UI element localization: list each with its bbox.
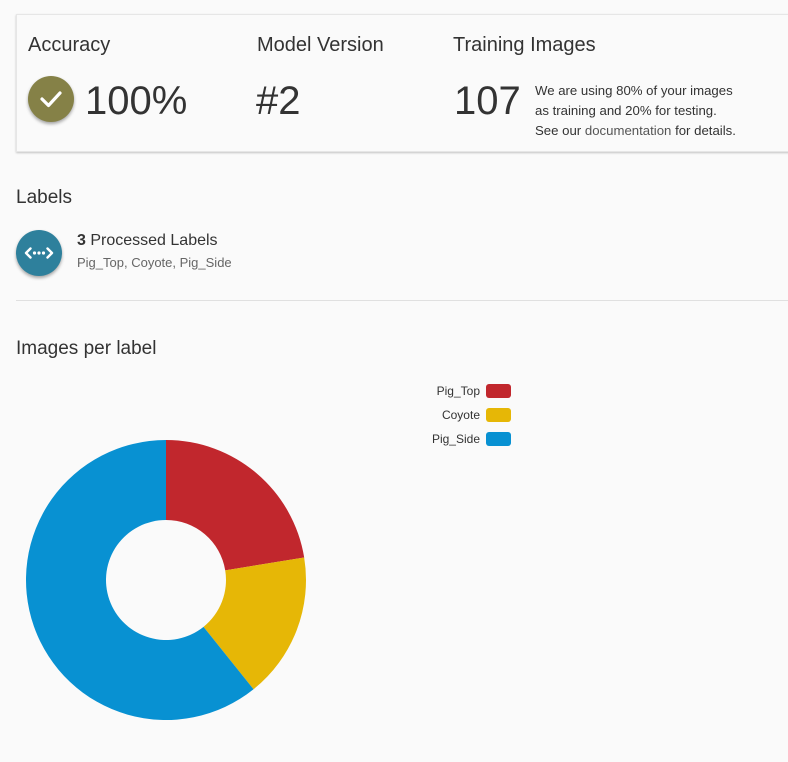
legend-label-coyote: Coyote	[441, 408, 480, 422]
legend-swatch-pig-top	[486, 384, 511, 398]
stats-card: Accuracy 100% Model Version #2 Training …	[16, 14, 788, 152]
legend-item-pig-top[interactable]: Pig_Top	[390, 383, 514, 407]
labels-summary: 3 Processed Labels	[77, 232, 218, 250]
labels-section-title: Labels	[16, 187, 72, 208]
model-version-title: Model Version	[257, 34, 384, 56]
labels-processed-text: Processed Labels	[90, 232, 218, 249]
arrows-dots-icon	[24, 247, 54, 259]
accuracy-value: 100%	[85, 79, 188, 123]
legend-item-pig-side[interactable]: Pig_Side	[390, 431, 514, 455]
legend-label-pig-side: Pig_Side	[431, 432, 480, 446]
images-per-label-title: Images per label	[16, 338, 157, 359]
accuracy-badge	[28, 76, 74, 122]
legend-item-coyote[interactable]: Coyote	[390, 407, 514, 431]
checkmark-icon	[40, 91, 62, 108]
training-note-line3: See our documentation for details.	[535, 121, 775, 141]
chart-legend: Pig_Top Coyote Pig_Side	[390, 383, 514, 455]
images-per-label-donut-chart	[26, 440, 306, 720]
training-images-value: 107	[454, 79, 521, 123]
legend-swatch-coyote	[486, 408, 511, 422]
accuracy-title: Accuracy	[28, 34, 111, 56]
legend-label-pig-top: Pig_Top	[436, 384, 480, 398]
training-images-title: Training Images	[453, 34, 596, 56]
section-divider	[16, 300, 788, 301]
legend-swatch-pig-side	[486, 432, 511, 446]
training-note: We are using 80% of your images as train…	[535, 81, 775, 141]
labels-list: Pig_Top, Coyote, Pig_Side	[77, 255, 232, 270]
training-note-line2: as training and 20% for testing.	[535, 103, 717, 118]
training-note-see: See our	[535, 123, 582, 138]
training-note-end: for details.	[675, 123, 736, 138]
donut-slice-pig-top[interactable]	[166, 440, 305, 571]
model-version-value: #2	[256, 79, 301, 123]
training-note-line1: We are using 80% of your images	[535, 83, 733, 98]
labels-badge	[16, 230, 62, 276]
labels-count: 3	[77, 232, 86, 249]
documentation-link[interactable]: documentation	[585, 123, 672, 138]
